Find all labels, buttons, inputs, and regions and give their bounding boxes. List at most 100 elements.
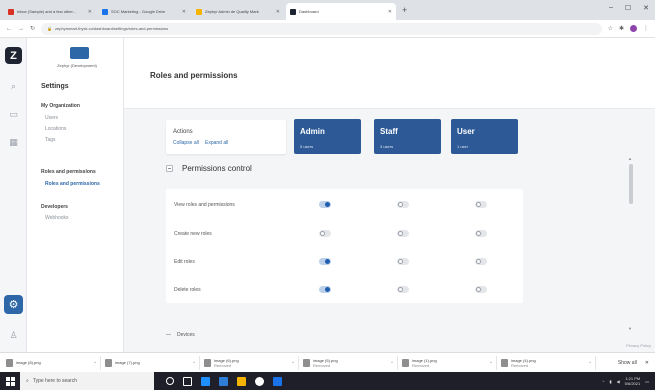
tab-close-icon[interactable]: ✕ xyxy=(276,9,280,15)
scroll-up-icon[interactable]: ▲ xyxy=(628,156,632,161)
scroll-down-icon[interactable]: ▼ xyxy=(628,326,632,331)
browser-tab[interactable]: Zephyr Admin de Quality Mark ✕ xyxy=(192,3,284,20)
sidebar-item-webhooks[interactable]: Webhooks xyxy=(45,215,69,221)
browser-tab-bar: Inbox (Sample) and a few other... ✕ SOC … xyxy=(0,0,655,20)
permission-label: Create new roles xyxy=(174,231,212,237)
user-toggle[interactable] xyxy=(475,286,487,293)
sidebar-item-locations[interactable]: Locations xyxy=(45,126,66,132)
download-item[interactable]: image (4).png Removed ^ xyxy=(501,355,596,370)
new-tab-button[interactable]: + xyxy=(402,5,407,15)
tray-up-icon[interactable]: ^ xyxy=(602,379,604,384)
file-icon xyxy=(105,358,112,367)
cortana-icon[interactable] xyxy=(166,377,174,385)
app-logo[interactable]: Z xyxy=(5,47,22,64)
profile-avatar-icon[interactable] xyxy=(630,25,637,32)
download-item[interactable]: image (5).png Removed ^ xyxy=(303,355,398,370)
tab-close-icon[interactable]: ✕ xyxy=(88,9,92,15)
maximize-button[interactable]: ☐ xyxy=(625,4,631,12)
collapse-icon[interactable] xyxy=(166,165,173,172)
app-icon[interactable] xyxy=(273,376,282,386)
minimize-button[interactable]: – xyxy=(609,4,613,12)
task-view-icon[interactable] xyxy=(183,376,192,386)
tab-favicon-icon xyxy=(290,8,296,15)
start-button[interactable] xyxy=(0,372,20,390)
download-item[interactable]: image (8).png ^ xyxy=(6,355,101,370)
reload-icon[interactable]: ↻ xyxy=(30,25,35,32)
chevron-up-icon[interactable]: ^ xyxy=(94,360,96,365)
tab-close-icon[interactable]: ✕ xyxy=(388,9,392,15)
back-icon[interactable]: ← xyxy=(6,26,12,32)
admin-toggle[interactable] xyxy=(319,201,331,208)
extensions-icon[interactable]: ✱ xyxy=(619,25,624,32)
permissions-section-header[interactable]: Permissions control xyxy=(166,164,252,173)
user-icon[interactable]: ♙ xyxy=(8,330,19,341)
staff-toggle[interactable] xyxy=(397,201,409,208)
forward-icon[interactable]: → xyxy=(18,26,24,32)
url-field[interactable]: 🔒 zephyrsmart.thyxk.co/dashboard/setting… xyxy=(41,22,602,35)
tab-close-icon[interactable]: ✕ xyxy=(182,9,186,15)
chevron-up-icon[interactable]: ^ xyxy=(292,360,294,365)
user-toggle[interactable] xyxy=(475,230,487,237)
star-icon[interactable]: ☆ xyxy=(608,25,613,32)
store-icon[interactable] xyxy=(219,376,228,386)
taskbar-search[interactable]: ⌕ Type here to search xyxy=(20,372,154,390)
role-card-user[interactable]: User 1 user xyxy=(451,119,518,154)
downloads-actions: Show all ✕ xyxy=(618,360,649,366)
browser-tab[interactable]: SOC Marketing - Google Drive ✕ xyxy=(98,3,190,20)
permission-label: Edit roles xyxy=(174,259,195,265)
menu-icon[interactable]: ⋮ xyxy=(643,25,649,32)
taskbar-apps xyxy=(166,376,282,386)
role-card-admin[interactable]: Admin 5 users xyxy=(294,119,361,154)
download-name: image (4).png xyxy=(511,357,536,363)
vertical-scrollbar[interactable]: ▲ ▼ xyxy=(628,156,634,336)
chevron-up-icon[interactable]: ^ xyxy=(589,360,591,365)
download-name: image (5).png xyxy=(313,357,338,363)
grid-icon[interactable]: ▦ xyxy=(8,137,19,148)
scrollbar-thumb[interactable] xyxy=(629,164,633,204)
close-window-button[interactable]: ✕ xyxy=(643,4,649,12)
admin-toggle[interactable] xyxy=(319,230,331,237)
privacy-policy-link[interactable]: Privacy Policy xyxy=(626,343,651,348)
show-all-button[interactable]: Show all xyxy=(618,360,637,366)
admin-toggle[interactable] xyxy=(319,258,331,265)
sidebar-item-roles-and-permissions[interactable]: Roles and permissions xyxy=(45,181,100,187)
inbox-icon[interactable]: ▭ xyxy=(8,109,19,120)
settings-gear-icon[interactable]: ⚙ xyxy=(4,295,23,314)
mail-icon[interactable] xyxy=(201,376,210,386)
staff-toggle[interactable] xyxy=(397,286,409,293)
actions-card: Actions Collapse all Expand all xyxy=(166,120,286,154)
clock[interactable]: 1:21 PM 5/6/2021 xyxy=(625,376,641,386)
browser-tab[interactable]: Inbox (Sample) and a few other... ✕ xyxy=(4,3,96,20)
chevron-up-icon[interactable]: ^ xyxy=(391,360,393,365)
notifications-icon[interactable]: ▭ xyxy=(645,379,649,384)
staff-toggle[interactable] xyxy=(397,258,409,265)
browser-tab-active[interactable]: Dashboard ✕ xyxy=(286,3,396,20)
user-toggle[interactable] xyxy=(475,258,487,265)
download-name: image (6).png xyxy=(214,357,239,363)
download-item[interactable]: image (7).png ^ xyxy=(105,355,200,370)
search-icon: ⌕ xyxy=(26,378,29,384)
download-item[interactable]: image (6).png Removed ^ xyxy=(204,355,299,370)
download-item[interactable]: image (1).png Removed ^ xyxy=(402,355,497,370)
expand-all-link[interactable]: Expand all xyxy=(205,140,228,146)
admin-toggle[interactable] xyxy=(319,286,331,293)
sidebar-item-users[interactable]: Users xyxy=(45,115,58,121)
network-icon[interactable]: ▮ xyxy=(609,379,611,384)
tab-title: SOC Marketing - Google Drive xyxy=(111,9,166,14)
collapse-all-link[interactable]: Collapse all xyxy=(173,140,199,146)
url-text: zephyrsmart.thyxk.co/dashboard/settings/… xyxy=(55,26,169,31)
close-downloads-icon[interactable]: ✕ xyxy=(645,360,649,366)
role-card-staff[interactable]: Staff 3 users xyxy=(374,119,441,154)
sidebar-item-tags[interactable]: Tags xyxy=(45,137,56,143)
chrome-icon[interactable] xyxy=(255,376,264,386)
volume-icon[interactable]: ◀ xyxy=(617,379,620,384)
chevron-up-icon[interactable]: ^ xyxy=(490,360,492,365)
sidebar-section-roles: Roles and permissions xyxy=(41,169,96,175)
staff-toggle[interactable] xyxy=(397,230,409,237)
chevron-up-icon[interactable]: ^ xyxy=(193,360,195,365)
devices-section-header[interactable]: — Devices xyxy=(166,332,195,338)
user-toggle[interactable] xyxy=(475,201,487,208)
search-icon[interactable]: ⌕ xyxy=(8,81,19,92)
collapse-icon[interactable]: — xyxy=(166,332,171,338)
file-explorer-icon[interactable] xyxy=(237,376,246,386)
